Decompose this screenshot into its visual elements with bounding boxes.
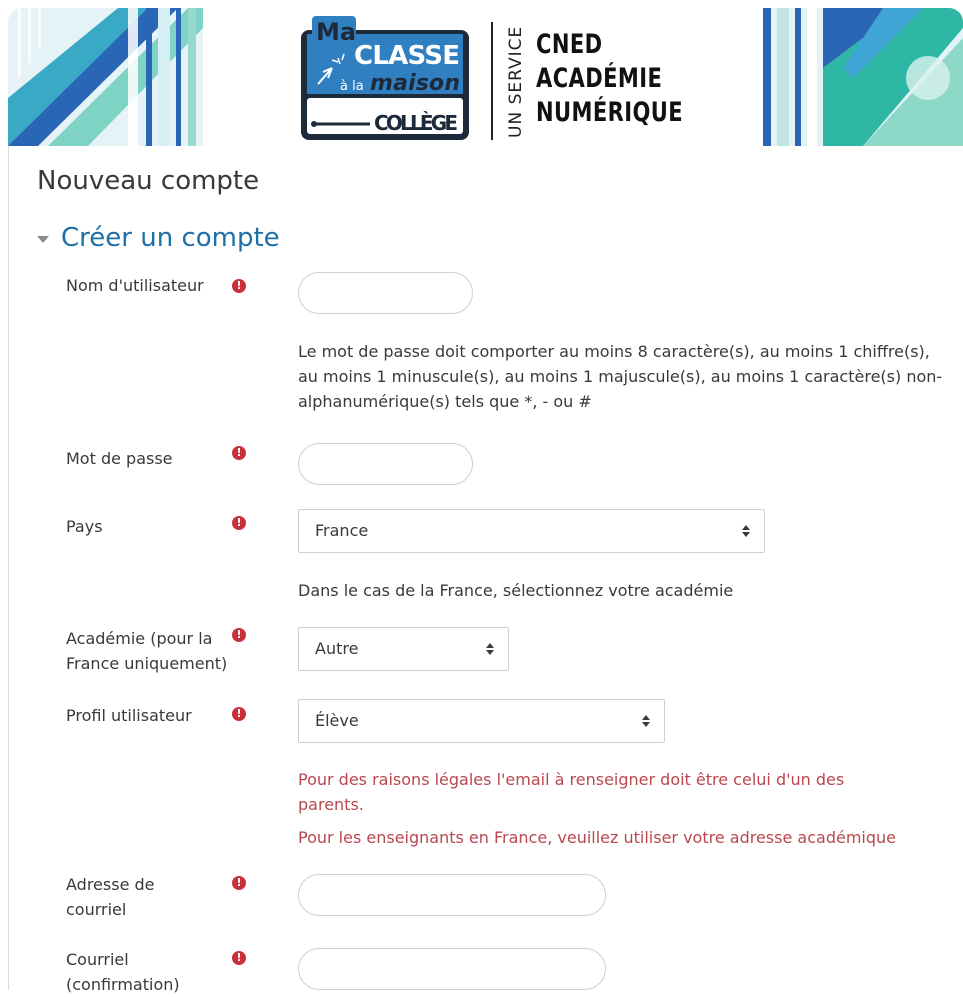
- teacher-email-warning: Pour les enseignants en France, veuillez…: [298, 828, 896, 847]
- username-input[interactable]: [298, 272, 473, 314]
- cned-academie-numerique-logo: CNED ACADÉMIE NUMÉRIQUE: [536, 28, 683, 130]
- required-icon: !: [232, 707, 246, 721]
- profile-select[interactable]: Élève: [298, 699, 665, 743]
- svg-text:CLASSE: CLASSE: [354, 41, 460, 71]
- select-arrows-icon: [642, 715, 650, 727]
- required-icon: !: [232, 628, 246, 642]
- content-border: [8, 146, 9, 990]
- cned-line-3: NUMÉRIQUE: [536, 97, 684, 128]
- svg-text:COLLÈGE: COLLÈGE: [374, 111, 458, 135]
- username-label: Nom d'utilisateur: [66, 276, 204, 295]
- select-arrows-icon: [486, 643, 494, 655]
- country-select[interactable]: France: [298, 509, 765, 553]
- page-title: Nouveau compte: [37, 166, 260, 196]
- email-label: Adresse de courriel: [66, 875, 155, 919]
- password-rules-help: Le mot de passe doit comporter au moins …: [298, 342, 943, 411]
- required-icon: !: [232, 446, 246, 460]
- email-input[interactable]: [298, 874, 606, 916]
- banner-divider: [491, 22, 493, 140]
- svg-text:UN SERVICE: UN SERVICE: [506, 26, 526, 138]
- country-label: Pays: [66, 517, 103, 536]
- ma-classe-a-la-maison-logo: Ma CLASSE à la maison COLLÈGE: [301, 16, 469, 140]
- svg-text:Ma: Ma: [316, 18, 356, 46]
- country-help: Dans le cas de la France, sélectionnez v…: [298, 581, 734, 600]
- select-arrows-icon: [742, 525, 750, 537]
- svg-text:à la: à la: [340, 79, 364, 94]
- required-icon: !: [232, 279, 246, 293]
- decorative-stripes-right: [763, 8, 963, 146]
- required-icon: !: [232, 951, 246, 965]
- email-parent-warning: Pour des raisons légales l'email à rense…: [298, 770, 845, 814]
- header-banner: Ma CLASSE à la maison COLLÈGE UN SERVICE…: [8, 8, 963, 146]
- email-confirm-input[interactable]: [298, 948, 606, 990]
- profile-label: Profil utilisateur: [66, 706, 192, 725]
- profile-selected-value: Élève: [315, 711, 359, 730]
- academy-selected-value: Autre: [315, 639, 359, 658]
- cned-line-2: ACADÉMIE: [536, 63, 663, 94]
- decorative-stripes-left: [8, 8, 203, 146]
- cned-line-1: CNED: [536, 29, 603, 60]
- section-toggle-create-account[interactable]: Créer un compte: [37, 223, 280, 253]
- required-icon: !: [232, 516, 246, 530]
- password-label: Mot de passe: [66, 449, 173, 468]
- password-input[interactable]: [298, 443, 473, 485]
- service-label: UN SERVICE: [506, 26, 526, 138]
- svg-text:maison: maison: [370, 71, 460, 96]
- academy-select[interactable]: Autre: [298, 627, 509, 671]
- country-selected-value: France: [315, 521, 369, 540]
- academy-label: Académie (pour la France uniquement): [66, 629, 228, 673]
- collapse-caret-icon: [37, 235, 49, 243]
- required-icon: !: [232, 876, 246, 890]
- section-title: Créer un compte: [61, 223, 280, 253]
